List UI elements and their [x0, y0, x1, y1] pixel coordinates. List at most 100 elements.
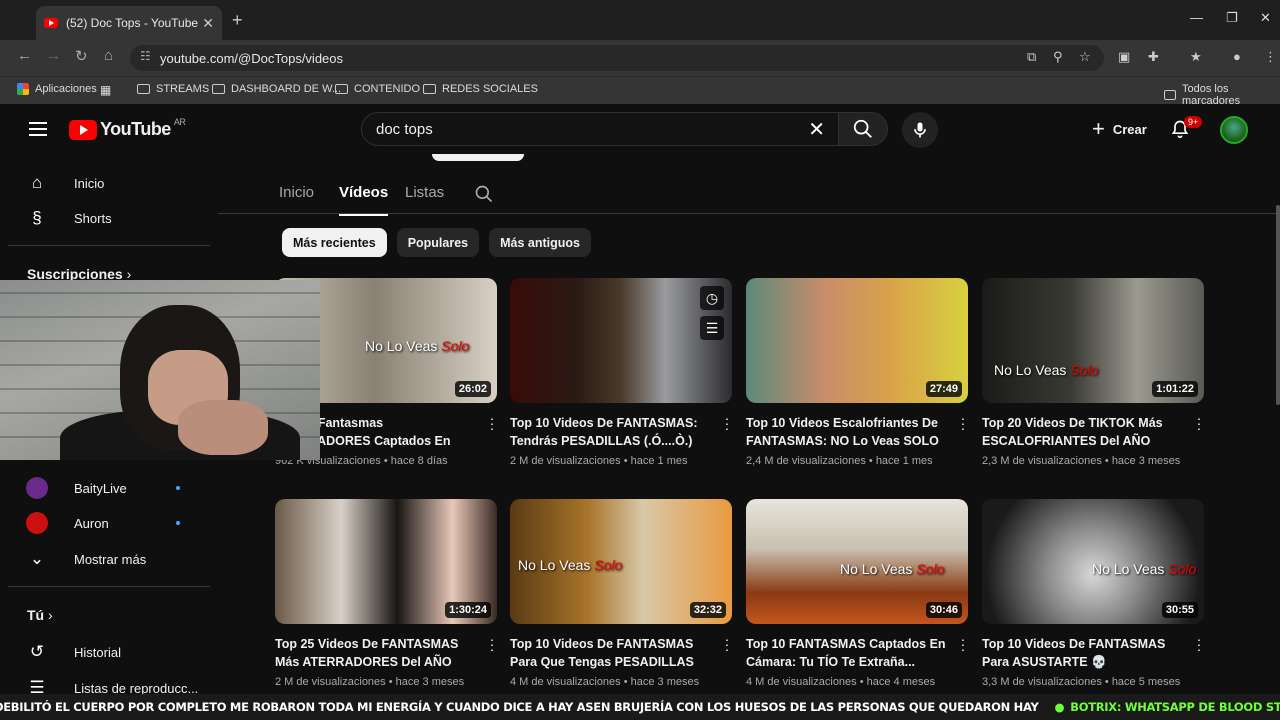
more-actions-icon[interactable]: · · ·: [724, 411, 730, 435]
sidebar-item-shorts[interactable]: § Shorts: [26, 207, 111, 229]
watch-later-icon[interactable]: ◷: [700, 286, 724, 310]
close-window-icon[interactable]: ✕: [1260, 10, 1271, 26]
scrollbar[interactable]: [1276, 205, 1280, 405]
video-thumbnail[interactable]: No Lo Veas Solo 1:01:22: [982, 278, 1204, 403]
video-thumbnail[interactable]: No Lo Veas Solo 30:55: [982, 499, 1204, 624]
tab-groups-icon[interactable]: ▦: [100, 83, 111, 97]
youtube-logo[interactable]: YouTube AR: [69, 117, 186, 140]
ticker-bot-message: BOTRIX: WHATSAPP DE BLOOD STRIKE!: HTTPS…: [1070, 700, 1280, 714]
chip-populares[interactable]: Populares: [396, 228, 480, 257]
home-icon[interactable]: ⌂: [104, 47, 113, 64]
show-more-button[interactable]: ⌄ Mostrar más: [26, 548, 146, 570]
video-card[interactable]: 27:49 Top 10 Videos Escalofriantes De FA…: [746, 278, 968, 467]
bookmark-streams[interactable]: STREAMS: [137, 83, 209, 95]
video-title[interactable]: Top 10 Videos De FANTASMAS: Tendrás PESA…: [510, 414, 710, 450]
search-input[interactable]: doc tops ✕: [361, 112, 839, 146]
more-actions-icon[interactable]: · · ·: [724, 632, 730, 656]
more-actions-icon[interactable]: · · ·: [1196, 632, 1202, 656]
video-title[interactable]: Top 25 Videos De FANTASMAS Más ATERRADOR…: [275, 635, 475, 671]
video-thumbnail[interactable]: 1:30:24: [275, 499, 497, 624]
back-icon[interactable]: ←: [17, 47, 32, 64]
forward-icon[interactable]: →: [46, 47, 61, 64]
chip-mas-recientes[interactable]: Más recientes: [282, 228, 387, 257]
bookmark-apps[interactable]: Aplicaciones: [17, 83, 97, 95]
video-meta: 4 M de visualizaciones • hace 3 meses: [510, 676, 700, 688]
more-actions-icon[interactable]: · · ·: [1196, 411, 1202, 435]
chevron-down-icon: ⌄: [29, 549, 45, 568]
bookmark-star-icon[interactable]: ☆: [1079, 49, 1091, 65]
bookmark-dashboard[interactable]: DASHBOARD DE W...: [212, 83, 341, 95]
channel-search-icon[interactable]: [474, 184, 494, 204]
tab-listas[interactable]: Listas: [405, 184, 444, 201]
video-card[interactable]: No Lo Veas Solo 32:32 Top 10 Videos De F…: [510, 499, 732, 688]
microphone-icon: [914, 122, 926, 138]
sidebar-item-inicio[interactable]: ⌂ Inicio: [26, 172, 105, 194]
close-tab-icon[interactable]: ✕: [202, 15, 214, 32]
chip-mas-antiguos[interactable]: Más antiguos: [489, 228, 591, 257]
video-title[interactable]: Top 10 Videos De FANTASMAS Para ASUSTART…: [982, 635, 1182, 671]
video-thumbnail[interactable]: No Lo Veas Solo 30:46: [746, 499, 968, 624]
more-actions-icon[interactable]: · · ·: [960, 411, 966, 435]
video-duration: 26:02: [454, 381, 491, 397]
video-title[interactable]: Top 20 Videos De TIKTOK Más ESCALOFRIANT…: [982, 414, 1182, 450]
more-actions-icon[interactable]: · · ·: [489, 632, 495, 656]
more-actions-icon[interactable]: · · ·: [489, 411, 495, 435]
ticker-dot-icon: ●: [1054, 700, 1065, 714]
subscribe-button-edge[interactable]: [432, 154, 524, 161]
video-thumbnail[interactable]: ◷ ☰: [510, 278, 732, 403]
video-title[interactable]: Top 10 Videos Escalofriantes De FANTASMA…: [746, 414, 946, 450]
tab-videos[interactable]: Vídeos: [339, 184, 389, 216]
browser-tab[interactable]: (52) Doc Tops - YouTube ✕: [36, 6, 222, 40]
video-duration: 30:46: [925, 602, 962, 618]
restore-icon[interactable]: ❐: [1226, 10, 1238, 26]
channel-avatar: [26, 512, 48, 534]
search-button[interactable]: [838, 112, 888, 146]
live-indicator-dot: [176, 486, 180, 490]
live-indicator-dot: [176, 521, 180, 525]
sidebar-item-historial[interactable]: ↺ Historial: [26, 641, 121, 663]
create-button[interactable]: + Crear: [1080, 111, 1159, 147]
bookmarks-panel-icon[interactable]: ★: [1190, 49, 1202, 65]
folder-icon: [423, 84, 436, 94]
video-card[interactable]: 1:30:24 Top 25 Videos De FANTASMAS Más A…: [275, 499, 497, 688]
minimize-icon[interactable]: —: [1190, 10, 1203, 25]
video-card[interactable]: ◷ ☰ Top 10 Videos De FANTASMAS: Tendrás …: [510, 278, 732, 467]
divider: [8, 245, 210, 246]
new-tab-icon[interactable]: +: [232, 10, 243, 31]
hamburger-menu-icon[interactable]: [29, 122, 47, 136]
thumbnail-overlay-text: No Lo Veas Solo: [365, 338, 470, 354]
bookmarks-bar: Aplicaciones ▦ STREAMS DASHBOARD DE W...…: [0, 76, 1280, 107]
video-thumbnail[interactable]: 27:49: [746, 278, 968, 403]
bookmark-contenido[interactable]: CONTENIDO: [335, 83, 420, 95]
extension-icon[interactable]: ▣: [1118, 49, 1130, 65]
sidebar-channel-auron[interactable]: Auron: [26, 512, 109, 534]
address-bar[interactable]: ☷ youtube.com/@DocTops/videos: [130, 45, 1104, 71]
video-title[interactable]: Top 10 FANTASMAS Captados En Cámara: Tu …: [746, 635, 946, 671]
menu-icon[interactable]: ⋮: [1264, 49, 1277, 65]
thumbnail-overlay-text: No Lo Veas Solo: [994, 362, 1099, 378]
tab-inicio[interactable]: Inicio: [279, 184, 314, 201]
add-to-queue-icon[interactable]: ☰: [700, 316, 724, 340]
notification-count-badge: 9+: [1184, 116, 1203, 128]
extensions-puzzle-icon[interactable]: ✚: [1148, 49, 1159, 65]
video-card[interactable]: No Lo Veas Solo 30:55 Top 10 Videos De F…: [982, 499, 1204, 688]
install-app-icon[interactable]: ⧉: [1027, 49, 1036, 65]
more-actions-icon[interactable]: · · ·: [960, 632, 966, 656]
zoom-icon[interactable]: ⚲: [1053, 49, 1063, 65]
profile-icon[interactable]: ●: [1233, 49, 1241, 64]
apps-icon: [17, 83, 29, 95]
voice-search-button[interactable]: [902, 112, 938, 148]
video-thumbnail[interactable]: No Lo Veas Solo 32:32: [510, 499, 732, 624]
you-header[interactable]: Tú ›: [27, 607, 53, 623]
youtube-play-icon: [69, 119, 97, 140]
reload-icon[interactable]: ↻: [75, 47, 88, 65]
shorts-icon: §: [32, 208, 42, 227]
video-card[interactable]: No Lo Veas Solo 30:46 Top 10 FANTASMAS C…: [746, 499, 968, 688]
video-card[interactable]: No Lo Veas Solo 1:01:22 Top 20 Videos De…: [982, 278, 1204, 467]
sidebar-channel-baitylive[interactable]: BaityLive: [26, 477, 127, 499]
site-info-icon[interactable]: ☷: [140, 49, 151, 63]
video-title[interactable]: Top 10 Videos De FANTASMAS Para Que Teng…: [510, 635, 710, 671]
account-avatar[interactable]: [1220, 116, 1248, 144]
clear-search-icon[interactable]: ✕: [808, 117, 825, 142]
bookmark-redes-sociales[interactable]: REDES SOCIALES: [423, 83, 538, 95]
